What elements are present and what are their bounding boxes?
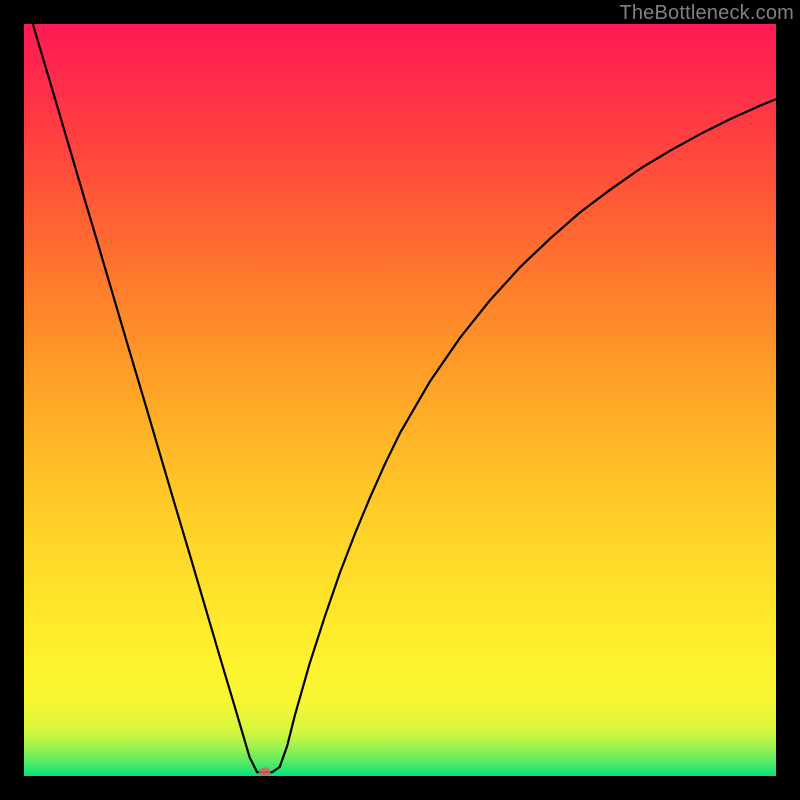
gradient-background [24,24,776,776]
watermark-text: TheBottleneck.com [619,2,794,25]
chart-svg [24,24,776,776]
plot-area [24,24,776,776]
chart-frame: TheBottleneck.com [0,0,800,800]
